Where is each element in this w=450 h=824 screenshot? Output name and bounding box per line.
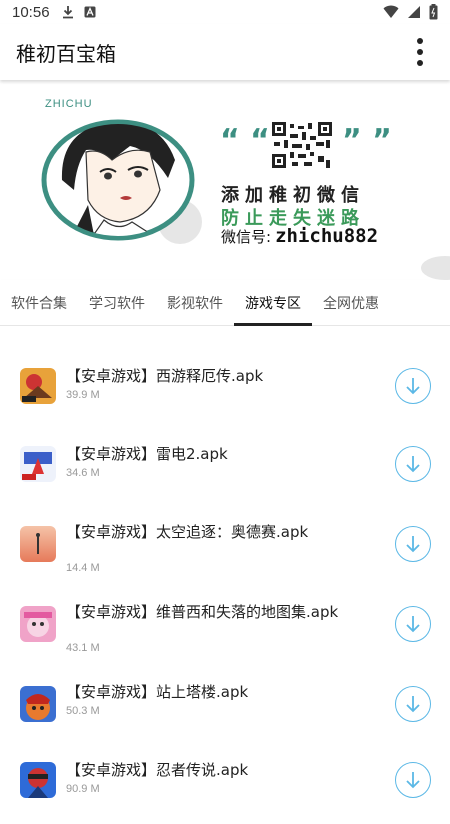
category-tabs: 软件合集 学习软件 影视软件 游戏专区 全网优惠 (0, 280, 450, 326)
list-item[interactable]: 【安卓游戏】维普西和失落的地图集.apk 43.1 M (0, 584, 450, 664)
download-icon (406, 616, 420, 633)
item-title: 【安卓游戏】忍者传说.apk (66, 761, 249, 779)
wechat-id-label: 微信号: (221, 228, 272, 246)
signal-icon (408, 6, 420, 18)
list-item[interactable]: 【安卓游戏】西游释厄传.apk 39.9 M (0, 344, 450, 424)
item-size: 14.4 M (66, 562, 100, 574)
brand-label: ZHICHU (45, 98, 93, 110)
game-icon (20, 606, 56, 642)
wechat-id-value: zhichu882 (275, 225, 379, 247)
download-icon (406, 696, 420, 713)
wifi-icon (383, 5, 399, 18)
status-time: 10:56 (12, 3, 50, 21)
tab-deals[interactable]: 全网优惠 (312, 280, 390, 326)
list-item[interactable]: 【安卓游戏】雷电2.apk 34.6 M (0, 424, 450, 504)
item-title: 【安卓游戏】西游释厄传.apk (66, 367, 264, 385)
game-icon (20, 446, 56, 482)
item-title: 【安卓游戏】太空追逐：奥德赛.apk (66, 523, 309, 541)
item-title: 【安卓游戏】雷电2.apk (66, 445, 228, 463)
tab-software-collection[interactable]: 软件合集 (0, 280, 78, 326)
game-icon (20, 368, 56, 404)
download-icon (406, 772, 420, 789)
item-size: 90.9 M (66, 783, 100, 795)
tab-video-software[interactable]: 影视软件 (156, 280, 234, 326)
more-vert-icon[interactable] (406, 32, 434, 72)
status-bar: 10:56 (0, 0, 450, 24)
qr-code (272, 122, 332, 168)
anime-avatar-illustration (41, 119, 195, 241)
app-list: 【安卓游戏】西游释厄传.apk 39.9 M 【安卓游戏】雷电2.apk 34.… (0, 326, 450, 800)
list-item[interactable]: 【安卓游戏】站上塔楼.apk 50.3 M (0, 664, 450, 744)
download-button[interactable] (395, 686, 431, 722)
list-item[interactable]: 【安卓游戏】忍者传说.apk 90.9 M (0, 744, 450, 824)
item-size: 39.9 M (66, 389, 100, 401)
download-button[interactable] (395, 526, 431, 562)
item-title: 【安卓游戏】维普西和失落的地图集.apk (66, 603, 339, 621)
download-icon (406, 536, 420, 553)
battery-icon (429, 4, 438, 20)
list-item[interactable]: 【安卓游戏】太空追逐：奥德赛.apk 14.4 M (0, 504, 450, 584)
item-title: 【安卓游戏】站上塔楼.apk (66, 683, 249, 701)
download-button[interactable] (395, 446, 431, 482)
download-button[interactable] (395, 368, 431, 404)
game-icon (20, 762, 56, 798)
download-button[interactable] (395, 762, 431, 798)
banner-art: “ “ ” ” (41, 119, 450, 280)
tab-learning-software[interactable]: 学习软件 (78, 280, 156, 326)
item-size: 43.1 M (66, 642, 100, 654)
app-title: 稚初百宝箱 (16, 41, 116, 66)
download-icon (406, 456, 420, 473)
download-status-icon (62, 6, 73, 19)
app-bar: 稚初百宝箱 (0, 24, 450, 80)
download-icon (406, 378, 420, 395)
game-icon (20, 686, 56, 722)
svg-text:“ “: “ “ (220, 123, 270, 158)
svg-text:” ”: ” ” (342, 123, 392, 158)
notification-a-icon (84, 6, 96, 18)
game-icon (20, 526, 56, 562)
tab-game-zone[interactable]: 游戏专区 (234, 280, 312, 326)
banner[interactable]: “ “ ” ” ZHICHU 添加稚初微信 防止走失迷路 微信号: zhichu8… (0, 80, 450, 280)
download-button[interactable] (395, 606, 431, 642)
item-size: 50.3 M (66, 705, 100, 717)
item-size: 34.6 M (66, 467, 100, 479)
wechat-id-line: 微信号: zhichu882 (221, 225, 378, 247)
